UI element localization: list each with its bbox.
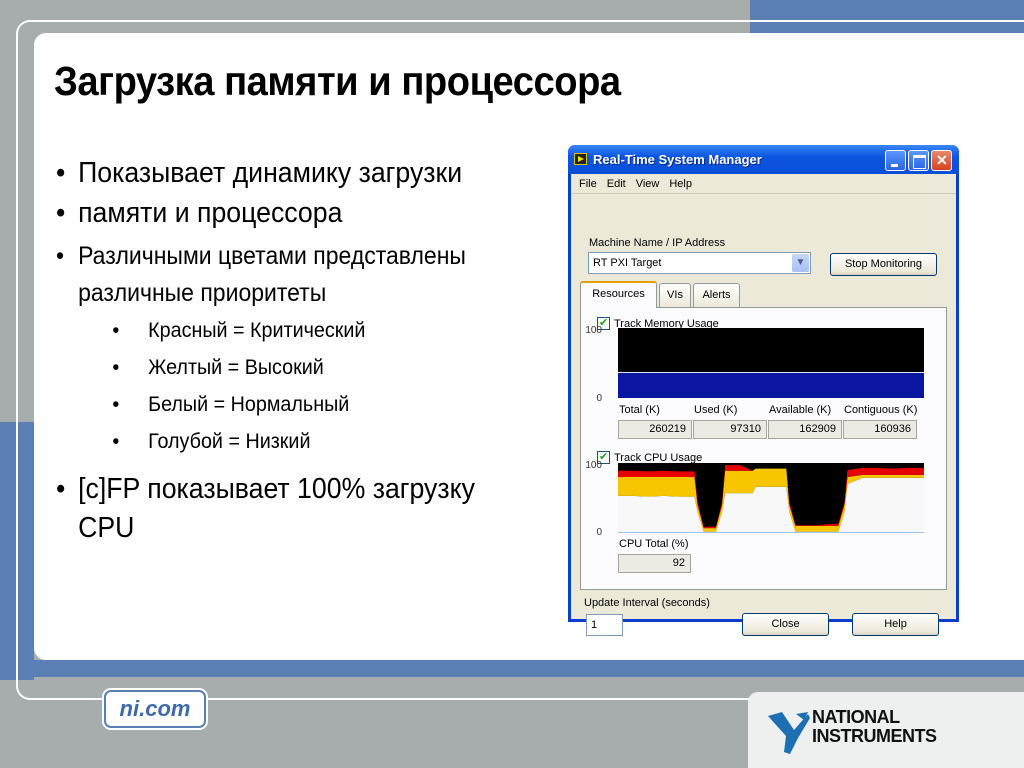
minimize-button[interactable] bbox=[885, 150, 906, 171]
rt-system-manager-window: Real-Time System Manager File Edit View … bbox=[568, 145, 959, 636]
sub-bullet-item: Красный = Критический bbox=[56, 312, 498, 349]
bullet-list: Показывает динамику загрузки памяти и пр… bbox=[56, 152, 526, 546]
labview-app-icon bbox=[574, 153, 587, 165]
update-interval-label: Update Interval (seconds) bbox=[584, 597, 710, 609]
maximize-button[interactable] bbox=[908, 150, 929, 171]
contiguous-value: 160936 bbox=[843, 420, 917, 439]
total-header: Total (K) bbox=[619, 404, 660, 416]
menu-bar: File Edit View Help bbox=[571, 174, 956, 194]
ni-logo: NATIONAL INSTRUMENTS bbox=[768, 708, 968, 756]
close-button[interactable]: Close bbox=[742, 613, 829, 636]
chevron-down-icon[interactable]: ▼ bbox=[792, 254, 809, 272]
cpu-total-value: 92 bbox=[618, 554, 691, 573]
bullet-text: CPU bbox=[78, 512, 135, 544]
bullet-item: [c]FP показывает 100% загрузку bbox=[56, 468, 488, 510]
cpu-total-label: CPU Total (%) bbox=[619, 538, 689, 550]
total-value: 260219 bbox=[618, 420, 692, 439]
menu-file[interactable]: File bbox=[579, 174, 597, 193]
sub-bullet-item: Голубой = Низкий bbox=[56, 423, 498, 460]
tab-resources[interactable]: Resources bbox=[580, 281, 657, 308]
bullet-text: Показывает динамику загрузки bbox=[78, 157, 463, 189]
memory-usage-graph bbox=[618, 328, 924, 398]
available-header: Available (K) bbox=[769, 404, 832, 416]
bullet-continuation: различные приоритеты bbox=[56, 275, 488, 312]
bullet-text: Различными цветами представлены bbox=[78, 242, 466, 270]
machine-name-value: RT PXI Target bbox=[593, 257, 662, 269]
used-header: Used (K) bbox=[694, 404, 738, 416]
bullet-text: различные приоритеты bbox=[78, 279, 327, 307]
ni-eagle-icon bbox=[768, 712, 810, 754]
tab-vis[interactable]: VIs bbox=[659, 283, 691, 307]
stop-monitoring-button[interactable]: Stop Monitoring bbox=[830, 253, 937, 276]
help-button[interactable]: Help bbox=[852, 613, 939, 636]
sub-bullet-item: Желтый = Высокий bbox=[56, 349, 498, 386]
close-window-button[interactable] bbox=[931, 150, 952, 171]
window-client: File Edit View Help Machine Name / IP Ad… bbox=[571, 174, 956, 636]
memory-axis-max: 100 bbox=[585, 325, 602, 336]
machine-name-label: Machine Name / IP Address bbox=[589, 237, 726, 249]
cpu-axis-max: 100 bbox=[585, 460, 602, 471]
memory-used-bar bbox=[618, 372, 924, 398]
ni-brand-text: NATIONAL INSTRUMENTS bbox=[812, 708, 937, 746]
slide-title: Загрузка памяти и процессора bbox=[54, 58, 621, 104]
menu-help[interactable]: Help bbox=[669, 174, 692, 193]
memory-axis-min: 0 bbox=[596, 393, 602, 404]
tab-alerts[interactable]: Alerts bbox=[693, 283, 740, 307]
sub-bullet-item: Белый = Нормальный bbox=[56, 386, 498, 423]
brand-line-2: INSTRUMENTS bbox=[812, 726, 937, 746]
bullet-continuation: CPU bbox=[56, 510, 488, 546]
title-bar[interactable]: Real-Time System Manager bbox=[568, 145, 959, 174]
brand-line-1: NATIONAL bbox=[812, 707, 900, 727]
menu-view[interactable]: View bbox=[636, 174, 660, 193]
machine-name-combo[interactable]: RT PXI Target ▼ bbox=[588, 252, 811, 274]
bullet-item: Показывает динамику загрузки bbox=[56, 152, 488, 194]
used-value: 97310 bbox=[693, 420, 767, 439]
bullet-item: Различными цветами представлены bbox=[56, 238, 488, 275]
bullet-text: памяти и процессора bbox=[78, 197, 343, 229]
update-interval-input[interactable]: 1 bbox=[586, 614, 623, 636]
available-value: 162909 bbox=[768, 420, 842, 439]
ni-com-link[interactable]: ni.com bbox=[104, 690, 206, 728]
bullet-continuation: памяти и процессора bbox=[56, 192, 488, 234]
window-title: Real-Time System Manager bbox=[593, 152, 762, 167]
menu-edit[interactable]: Edit bbox=[607, 174, 626, 193]
cpu-usage-graph bbox=[618, 463, 924, 533]
bullet-text: [c]FP показывает 100% загрузку bbox=[78, 473, 475, 505]
contiguous-header: Contiguous (K) bbox=[844, 404, 918, 416]
resources-panel: Track Memory Usage 100 0 Total (K) Used … bbox=[580, 307, 947, 590]
cpu-axis-min: 0 bbox=[596, 527, 602, 538]
